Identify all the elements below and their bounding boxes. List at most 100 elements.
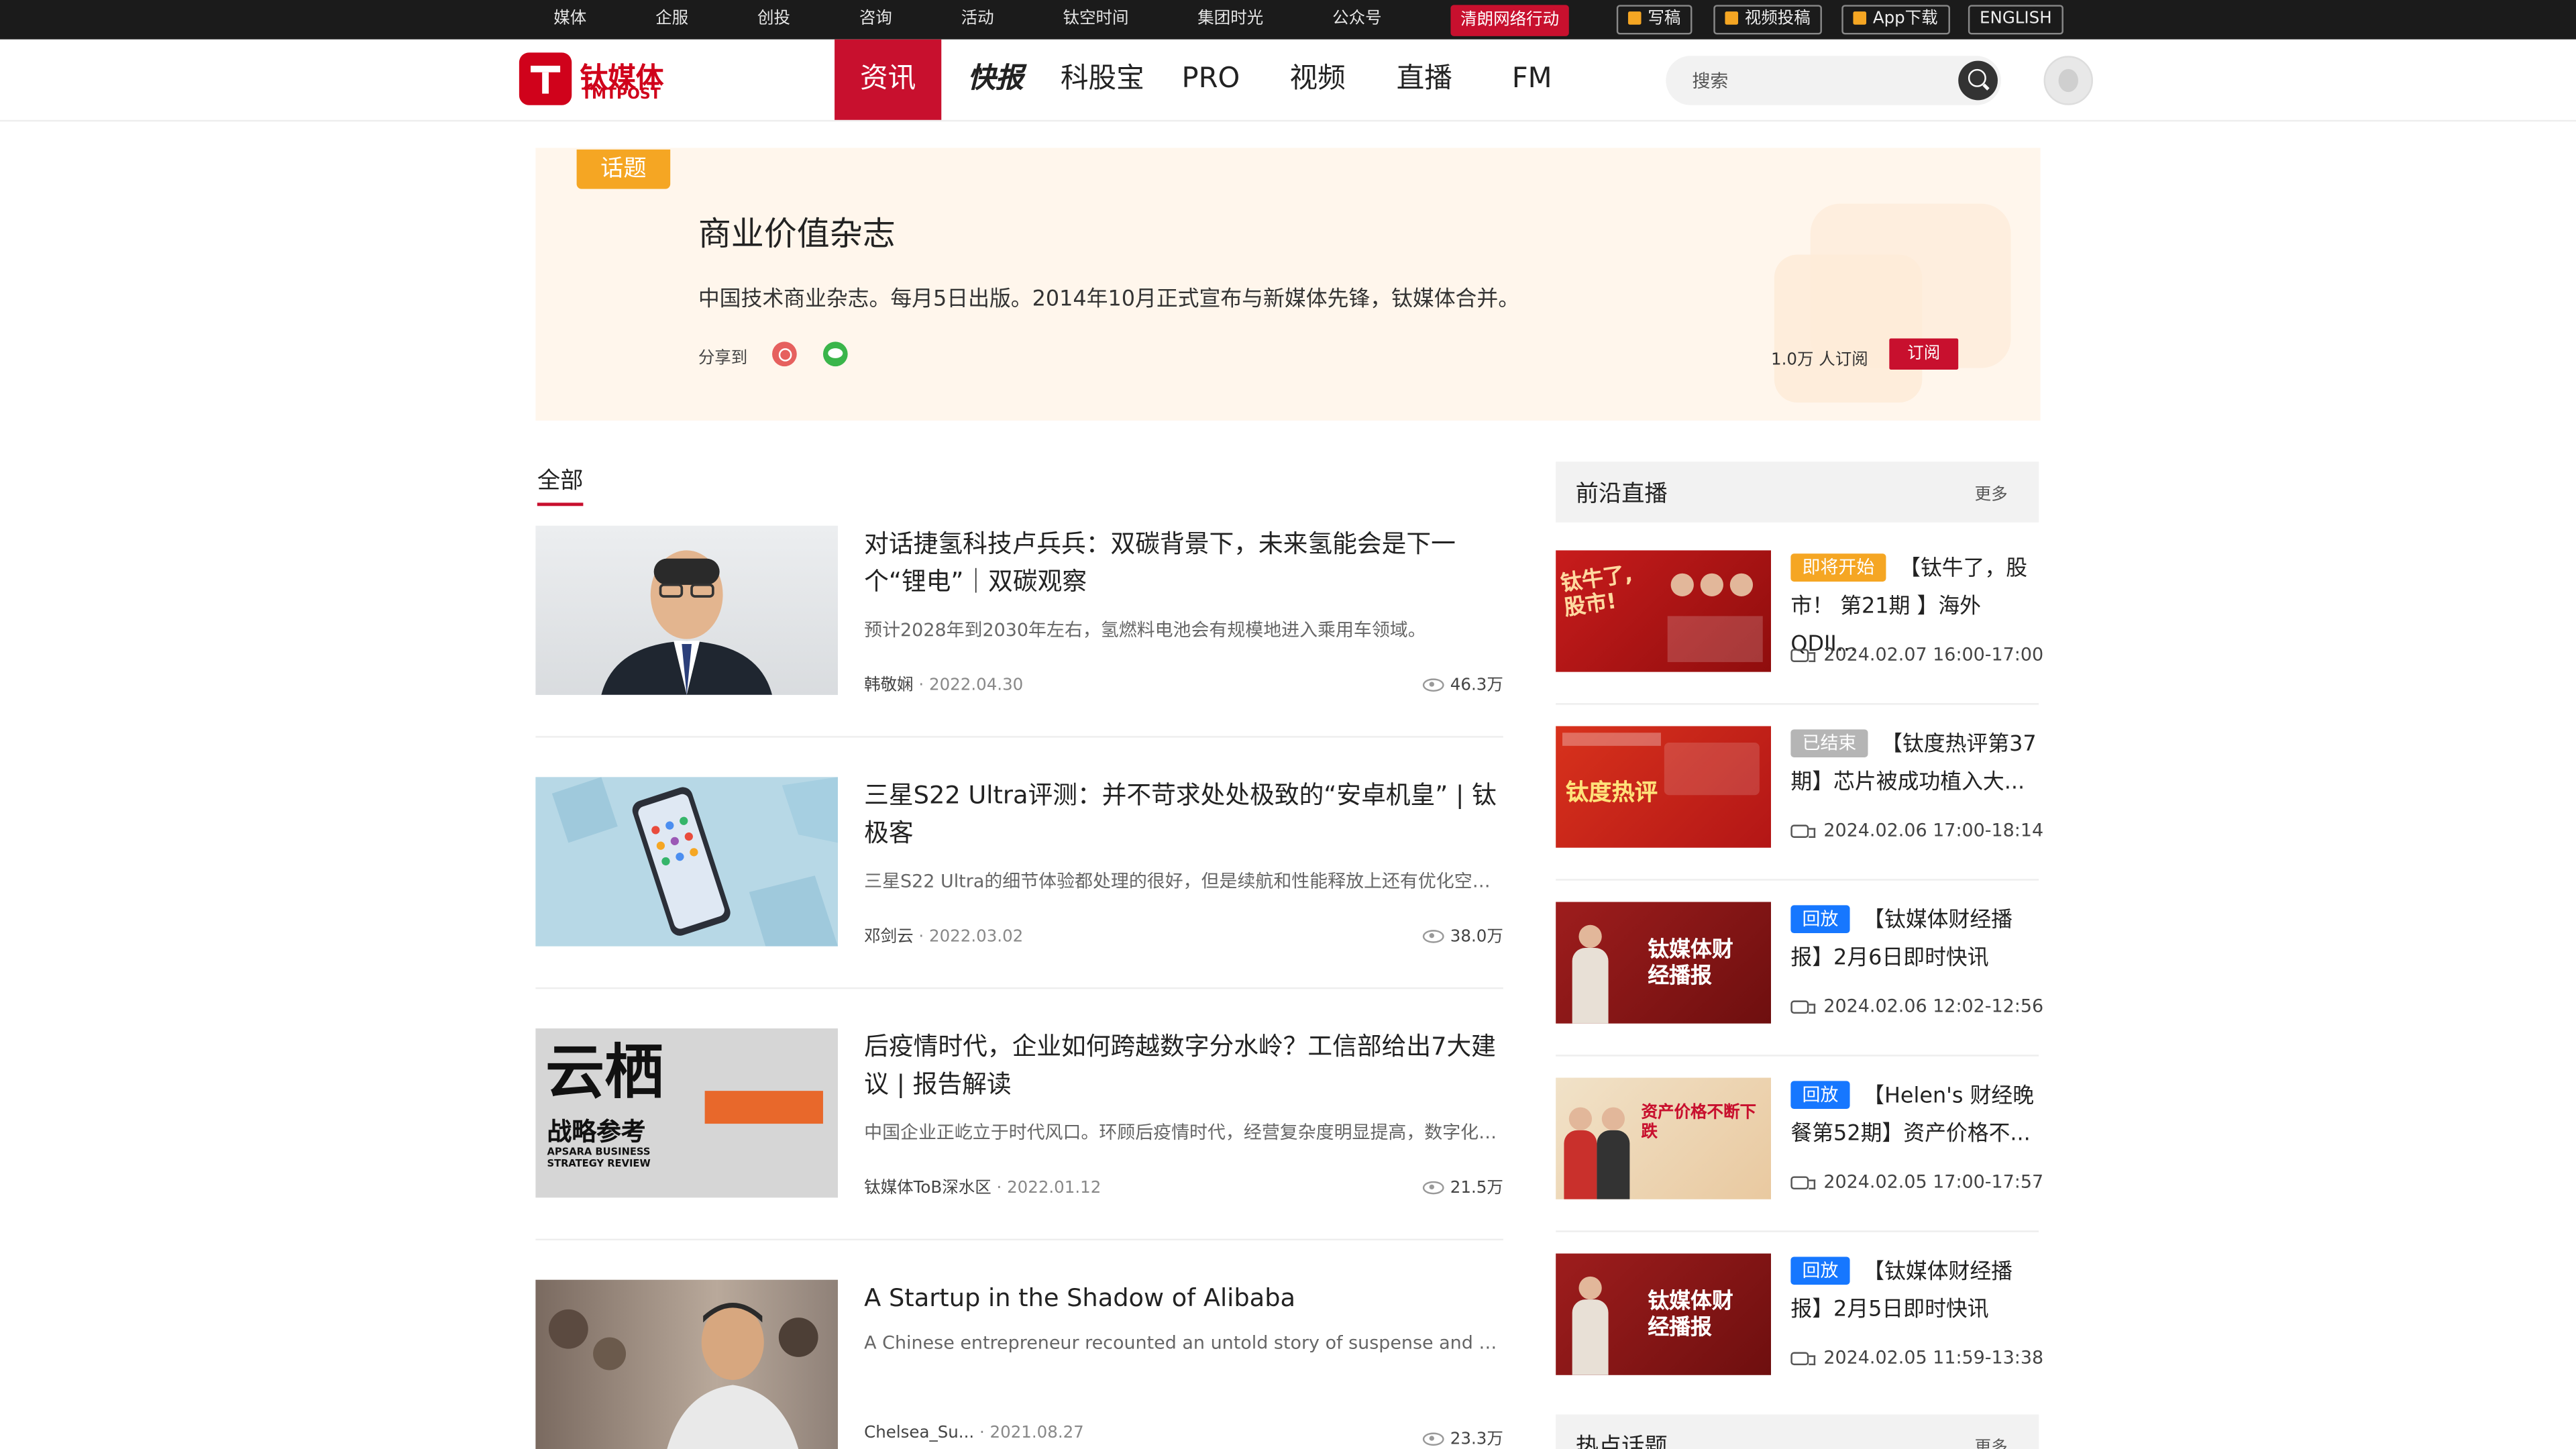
topbar-link-qinglang[interactable]: 清朗网络行动 xyxy=(1450,4,1569,36)
topbar-link-events[interactable]: 活动 xyxy=(961,0,994,40)
nav-live[interactable]: 直播 xyxy=(1383,40,1465,120)
live-status-badge: 回放 xyxy=(1790,1256,1850,1285)
nav-flash[interactable]: 快报 xyxy=(953,40,1038,120)
divider xyxy=(535,1238,1503,1240)
nav-video[interactable]: 视频 xyxy=(1277,40,1358,120)
topbar-link-enterprise[interactable]: 企服 xyxy=(655,0,688,40)
search-box xyxy=(1666,56,2001,105)
write-label: 写稿 xyxy=(1648,9,1681,28)
thumbnail-person xyxy=(1670,573,1694,596)
logo-icon[interactable] xyxy=(519,52,572,105)
live-thumbnail-text: 钛媒体财经播报 xyxy=(1648,1289,1733,1341)
sidebar-hot-more-link[interactable]: 更多 xyxy=(1975,1433,2008,1449)
divider xyxy=(1556,1230,2039,1232)
live-item[interactable]: 钛度热评 已结束 【钛度热评第37期】芯片被成功植入大... 2024.02.06… xyxy=(1556,726,2043,881)
live-item[interactable]: 钛媒体财经播报 回放 【钛媒体财经播报】2月6日即时快讯 2024.02.06 1… xyxy=(1556,902,2043,1057)
subscriber-count: 1.0万 人订阅 xyxy=(1771,352,1868,370)
live-thumbnail[interactable]: 资产价格不断下跌 xyxy=(1556,1077,1772,1199)
live-status-badge: 即将开始 xyxy=(1790,553,1886,582)
article-views: 38.0万 xyxy=(1422,922,1503,947)
app-download-button[interactable]: App下载 xyxy=(1841,5,1949,35)
english-button[interactable]: ENGLISH xyxy=(1968,5,2063,35)
live-time: 2024.02.06 12:02-12:56 xyxy=(1790,996,2043,1017)
article-item[interactable]: 云栖 战略参考 APSARA BUSINESS STRATEGY REVIEW … xyxy=(535,1028,1503,1242)
app-download-label: App下载 xyxy=(1872,9,1938,28)
thumbnail-headline: 云栖 xyxy=(545,1040,664,1108)
topbar-link-group[interactable]: 集团时光 xyxy=(1197,0,1263,40)
live-item[interactable]: 资产价格不断下跌 回放 【Helen's 财经晚餐第52期】资产价格不... 20… xyxy=(1556,1077,2043,1232)
article-date: 2022.04.30 xyxy=(929,676,1024,695)
article-thumbnail[interactable]: 云栖 战略参考 APSARA BUSINESS STRATEGY REVIEW xyxy=(535,1028,838,1198)
sidebar-more-link[interactable]: 更多 xyxy=(1975,480,2008,504)
live-time: 2024.02.05 17:00-17:57 xyxy=(1790,1171,2043,1193)
weibo-icon[interactable] xyxy=(772,341,797,367)
article-thumbnail[interactable] xyxy=(535,1279,838,1449)
logo-subtext[interactable]: TMTPOST xyxy=(582,87,661,103)
live-time-text: 2024.02.05 17:00-17:57 xyxy=(1823,1171,2044,1193)
nav-fm[interactable]: FM xyxy=(1495,40,1569,120)
thumbnail-panel xyxy=(1664,742,1760,796)
share-label: 分享到 xyxy=(698,350,748,368)
live-title[interactable]: 回放 【钛媒体财经播报】2月6日即时快讯 xyxy=(1790,902,2040,977)
video-submit-button[interactable]: 视频投稿 xyxy=(1713,5,1822,35)
article-author[interactable]: 钛媒体ToB深水区 xyxy=(864,1179,991,1197)
article-item[interactable]: 三星S22 Ultra评测：并不苛求处处极致的“安卓机皇” | 钛极客 三星S2… xyxy=(535,777,1503,990)
article-meta: 邓剑云 · 2022.03.02 xyxy=(864,928,1024,947)
live-time-text: 2024.02.05 11:59-13:38 xyxy=(1823,1347,2044,1369)
live-title[interactable]: 回放 【Helen's 财经晚餐第52期】资产价格不... xyxy=(1790,1078,2040,1154)
live-title[interactable]: 已结束 【钛度热评第37期】芯片被成功植入大... xyxy=(1790,726,2040,802)
topbar-link-titan-time[interactable]: 钛空时间 xyxy=(1063,0,1128,40)
subscribe-button[interactable]: 订阅 xyxy=(1889,338,1959,370)
live-status-badge: 已结束 xyxy=(1790,729,1868,757)
thumbnail-person xyxy=(1597,1130,1630,1199)
live-item[interactable]: 钛牛了,股市! 即将开始 【钛牛了，股市！ 第21期 】海外QDII... 202… xyxy=(1556,550,2043,705)
nav-news[interactable]: 资讯 xyxy=(835,39,942,120)
article-thumbnail[interactable] xyxy=(535,525,838,695)
article-title[interactable]: 三星S22 Ultra评测：并不苛求处处极致的“安卓机皇” | 钛极客 xyxy=(864,777,1503,853)
nav-kegubao[interactable]: 科股宝 xyxy=(1053,40,1152,120)
avatar[interactable] xyxy=(2043,56,2094,105)
live-thumbnail-text: 资产价格不断下跌 xyxy=(1641,1104,1756,1142)
view-count: 38.0万 xyxy=(1450,928,1503,947)
topic-description: 中国技术商业杂志。每月5日出版。2014年10月正式宣布与新媒体先锋，钛媒体合并… xyxy=(698,287,1520,313)
thumbnail-person xyxy=(1572,1299,1609,1375)
thumbnail-person xyxy=(1700,573,1723,596)
search-icon[interactable] xyxy=(1958,60,1998,101)
article-author[interactable]: 韩敬娴 xyxy=(864,677,913,695)
live-thumbnail[interactable]: 钛媒体财经播报 xyxy=(1556,1253,1772,1375)
nav-pro[interactable]: PRO xyxy=(1170,40,1252,120)
search-input[interactable] xyxy=(1692,56,1939,105)
article-item[interactable]: 对话捷氢科技卢兵兵：双碳背景下，未来氢能会是下一个“锂电”｜双碳观察 预计202… xyxy=(535,525,1503,739)
live-time-text: 2024.02.07 16:00-17:00 xyxy=(1823,644,2044,665)
write-button[interactable]: 写稿 xyxy=(1616,5,1693,35)
live-time: 2024.02.06 17:00-18:14 xyxy=(1790,820,2043,841)
wechat-icon[interactable] xyxy=(822,341,848,367)
live-title[interactable]: 回放 【钛媒体财经播报】2月5日即时快讯 xyxy=(1790,1254,2040,1330)
divider xyxy=(1556,879,2039,881)
article-title[interactable]: A Startup in the Shadow of Alibaba xyxy=(864,1280,1503,1318)
live-thumbnail[interactable]: 钛牛了,股市! xyxy=(1556,550,1772,672)
divider xyxy=(1556,1055,2039,1057)
article-author[interactable]: 邓剑云 xyxy=(864,928,913,947)
topbar-link-media[interactable]: 媒体 xyxy=(553,0,586,40)
thumbnail-panel xyxy=(1562,733,1661,746)
article-title[interactable]: 对话捷氢科技卢兵兵：双碳背景下，未来氢能会是下一个“锂电”｜双碳观察 xyxy=(864,526,1503,602)
thumbnail-person xyxy=(1568,1107,1593,1130)
article-title[interactable]: 后疫情时代，企业如何跨越数字分水岭？工信部给出7大建议 | 报告解读 xyxy=(864,1028,1503,1104)
live-item[interactable]: 钛媒体财经播报 回放 【钛媒体财经播报】2月5日即时快讯 2024.02.05 1… xyxy=(1556,1253,2043,1408)
article-views: 21.5万 xyxy=(1422,1173,1503,1197)
live-thumbnail[interactable]: 钛媒体财经播报 xyxy=(1556,902,1772,1024)
topbar-link-venture[interactable]: 创投 xyxy=(757,0,790,40)
article-author[interactable]: Chelsea_Su... xyxy=(864,1424,974,1442)
camera-icon xyxy=(1790,1000,1816,1014)
topbar-link-consult[interactable]: 咨询 xyxy=(859,0,892,40)
article-thumbnail[interactable] xyxy=(535,777,838,947)
article-date: 2022.03.02 xyxy=(929,928,1024,947)
live-time: 2024.02.07 16:00-17:00 xyxy=(1790,644,2043,665)
live-time-text: 2024.02.06 17:00-18:14 xyxy=(1823,820,2044,841)
topbar-link-official[interactable]: 公众号 xyxy=(1332,0,1381,40)
thumbnail-person xyxy=(1729,573,1754,596)
tab-all[interactable]: 全部 xyxy=(537,464,584,506)
live-thumbnail[interactable]: 钛度热评 xyxy=(1556,726,1772,848)
article-item[interactable]: A Startup in the Shadow of Alibaba A Chi… xyxy=(535,1279,1503,1449)
